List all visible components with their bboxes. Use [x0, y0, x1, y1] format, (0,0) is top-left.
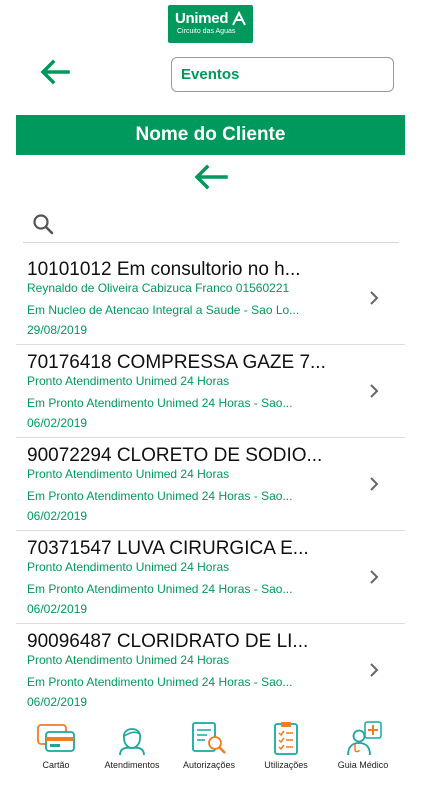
- tab-label: Guia Médico: [337, 760, 389, 770]
- item-provider: Reynaldo de Oliveira Cabizuca Franco 015…: [27, 281, 290, 295]
- item-date: 06/02/2019: [27, 695, 88, 709]
- doctor-icon: [347, 721, 382, 756]
- tab-guia-medico[interactable]: Guia Médico: [321, 716, 405, 776]
- clipboard-icon: [274, 722, 298, 755]
- item-location: Em Pronto Atendimento Unimed 24 Horas - …: [27, 396, 293, 410]
- tab-label: Cartão: [42, 760, 70, 770]
- tab-autorizacoes[interactable]: Autorizações: [167, 716, 251, 776]
- item-provider: Pronto Atendimento Unimed 24 Horas: [27, 467, 230, 481]
- list-item[interactable]: 90072294 CLORETO DE SODIO... Pronto Aten…: [16, 438, 405, 531]
- item-date: 06/02/2019: [27, 416, 88, 430]
- item-location: Em Pronto Atendimento Unimed 24 Horas - …: [27, 489, 293, 503]
- item-location: Em Nucleo de Atencao Integral a Saude - …: [27, 303, 300, 317]
- item-date: 06/02/2019: [27, 602, 88, 616]
- back-arrow-icon[interactable]: [38, 58, 70, 86]
- tab-label: Utilizações: [264, 760, 308, 770]
- chevron-right-icon[interactable]: [368, 569, 380, 585]
- events-list: 10101012 Em consultorio no h... Reynaldo…: [16, 252, 405, 717]
- item-provider: Pronto Atendimento Unimed 24 Horas: [27, 653, 230, 667]
- bottom-tab-bar: Cartão Atendimentos Autorizações Utiliza…: [0, 716, 421, 800]
- chevron-right-icon[interactable]: [368, 383, 380, 399]
- list-item[interactable]: 10101012 Em consultorio no h... Reynaldo…: [16, 252, 405, 345]
- item-date: 06/02/2019: [27, 509, 88, 523]
- item-title: 90096487 CLORIDRATO DE LI...: [27, 631, 309, 652]
- client-name-bar: Nome do Cliente: [16, 115, 405, 155]
- events-select-value: Eventos: [181, 66, 240, 83]
- item-title: 70371547 LUVA CIRURGICA E...: [27, 538, 309, 559]
- tab-utilizacoes[interactable]: Utilizações: [244, 716, 328, 776]
- chevron-right-icon[interactable]: [368, 662, 380, 678]
- item-provider: Pronto Atendimento Unimed 24 Horas: [27, 374, 230, 388]
- item-date: 29/08/2019: [27, 323, 88, 337]
- card-icon: [37, 724, 75, 752]
- events-select[interactable]: Eventos: [171, 57, 394, 92]
- item-title: 70176418 COMPRESSA GAZE 7...: [27, 352, 326, 373]
- item-title: 10101012 Em consultorio no h...: [27, 259, 301, 280]
- logo-brand: Unimed: [175, 10, 229, 27]
- chevron-right-icon[interactable]: [368, 290, 380, 306]
- logo-sub: Circuito das Aguas: [177, 28, 236, 35]
- item-location: Em Pronto Atendimento Unimed 24 Horas - …: [27, 582, 293, 596]
- search-icon[interactable]: [32, 213, 54, 235]
- tab-atendimentos[interactable]: Atendimentos: [90, 716, 174, 776]
- document-search-icon: [192, 722, 226, 754]
- list-item[interactable]: 70176418 COMPRESSA GAZE 7... Pronto Aten…: [16, 345, 405, 438]
- search-bar[interactable]: [23, 205, 399, 243]
- tab-label: Autorizações: [182, 760, 236, 770]
- unimed-logo: Unimed Circuito das Aguas: [168, 5, 253, 43]
- list-item[interactable]: 90096487 CLORIDRATO DE LI... Pronto Aten…: [16, 624, 405, 717]
- back-arrow-secondary-icon[interactable]: [192, 163, 228, 191]
- chevron-right-icon[interactable]: [368, 476, 380, 492]
- item-title: 90072294 CLORETO DE SODIO...: [27, 445, 323, 466]
- tab-label: Atendimentos: [104, 760, 160, 770]
- list-item[interactable]: 70371547 LUVA CIRURGICA E... Pronto Aten…: [16, 531, 405, 624]
- logo-mark-icon: [232, 11, 246, 26]
- item-provider: Pronto Atendimento Unimed 24 Horas: [27, 560, 230, 574]
- person-icon: [119, 728, 145, 756]
- tab-cartao[interactable]: Cartão: [14, 716, 98, 776]
- item-location: Em Pronto Atendimento Unimed 24 Horas - …: [27, 675, 293, 689]
